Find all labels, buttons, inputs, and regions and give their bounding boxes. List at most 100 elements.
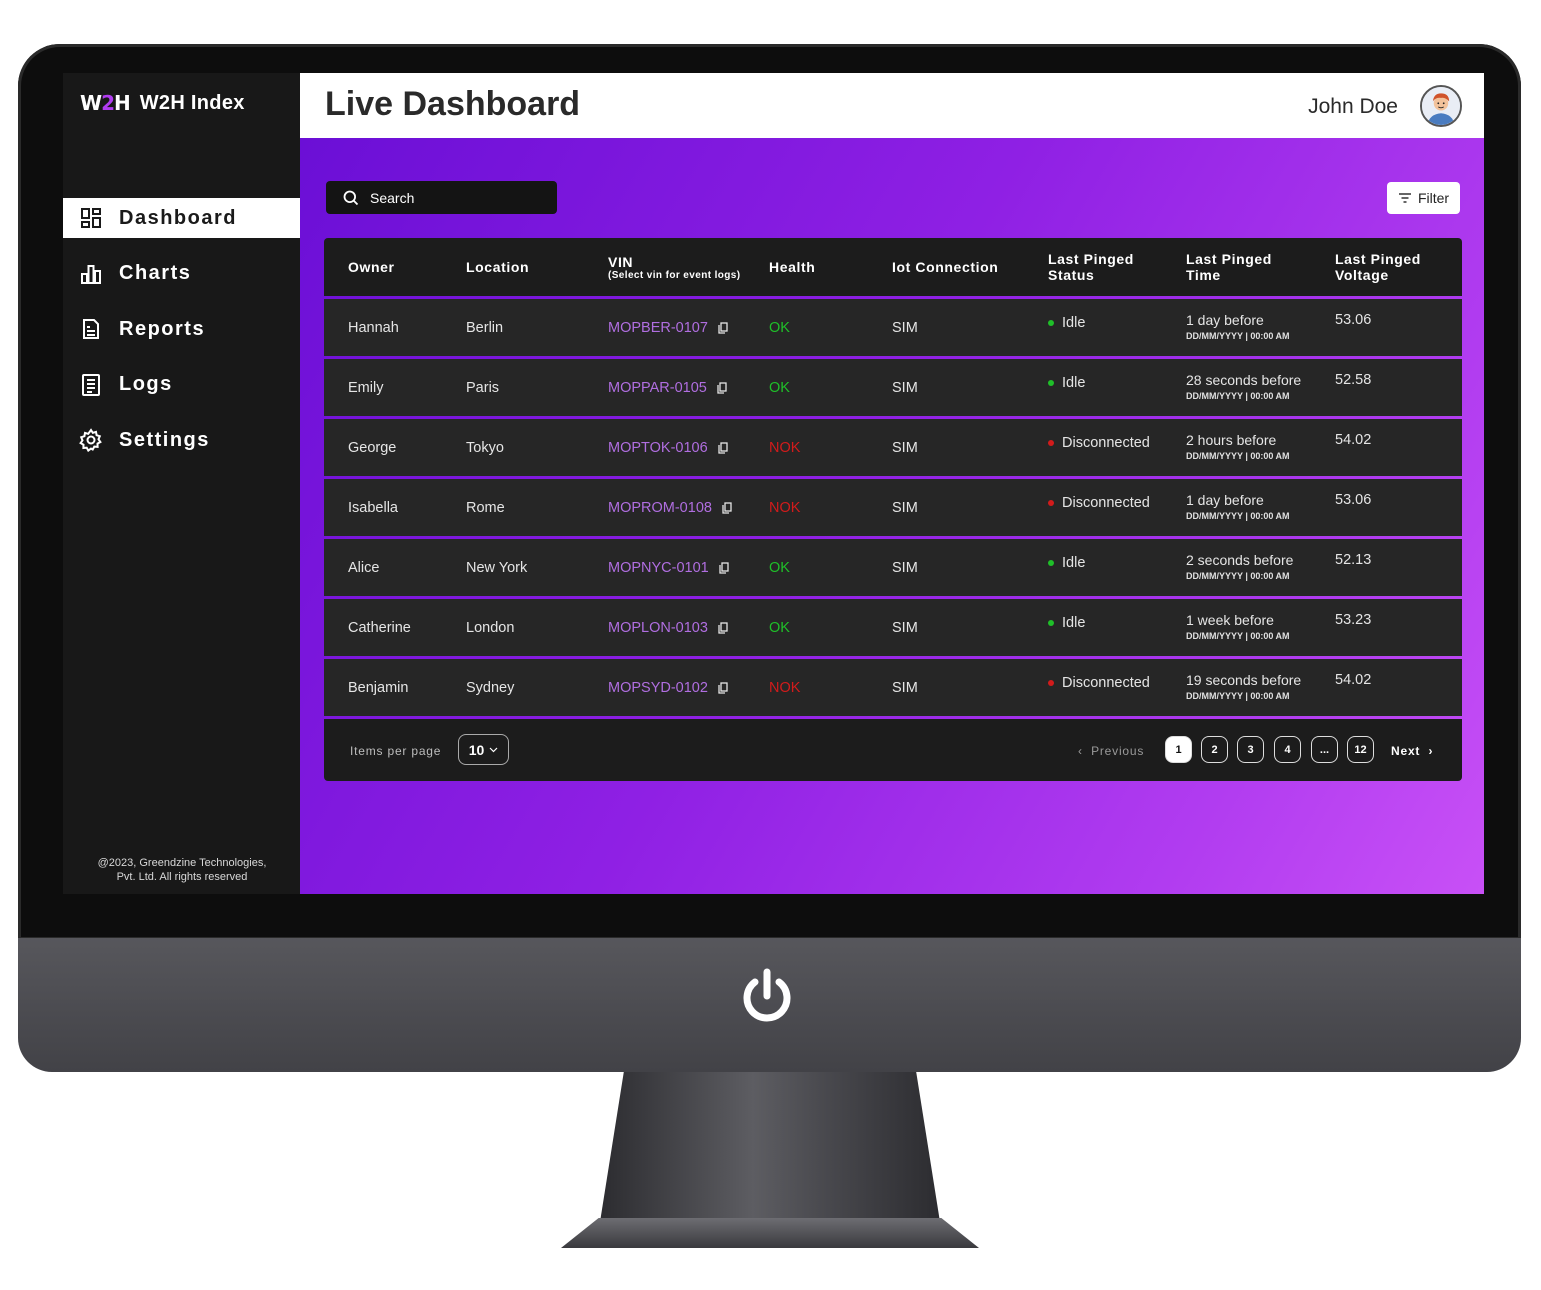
bar-chart-icon — [81, 264, 101, 284]
cell-health: NOK — [769, 499, 801, 516]
cell-time: 1 day before DD/MM/YYYY | 00:00 AM — [1186, 312, 1290, 341]
cell-status: Idle — [1048, 555, 1186, 571]
sidebar-item-logs[interactable]: Logs — [63, 365, 301, 405]
copy-icon[interactable] — [717, 381, 727, 394]
cell-iot: SIM — [892, 679, 918, 696]
sidebar-item-label: Logs — [119, 373, 173, 395]
cell-time: 19 seconds before DD/MM/YYYY | 00:00 AM — [1186, 672, 1302, 701]
copy-icon[interactable] — [718, 681, 728, 694]
main-content: Search Filter Owner Location VIN (Select… — [300, 138, 1484, 894]
cell-health: OK — [769, 379, 790, 396]
cell-status: Idle — [1048, 375, 1186, 391]
col-status[interactable]: Last Pinged Status — [1048, 251, 1186, 283]
top-bar: Live Dashboard John Doe — [300, 73, 1484, 138]
items-per-page-select[interactable]: 10 — [458, 734, 509, 765]
col-iot[interactable]: Iot Connection — [892, 259, 1048, 275]
page-button-4[interactable]: 4 — [1274, 736, 1301, 763]
col-health[interactable]: Health — [769, 259, 892, 275]
user-name[interactable]: John Doe — [1308, 95, 1398, 119]
cell-owner: Alice — [348, 559, 380, 576]
cell-status: Disconnected — [1048, 675, 1186, 691]
vin-link[interactable]: MOPROM-0108 — [608, 500, 732, 516]
col-vin-hint: (Select vin for event logs) — [608, 269, 741, 281]
cell-location: Berlin — [466, 319, 504, 336]
vin-link[interactable]: MOPPAR-0105 — [608, 380, 727, 396]
page-button-1[interactable]: 1 — [1165, 736, 1192, 763]
vin-link[interactable]: MOPBER-0107 — [608, 320, 728, 336]
copy-icon[interactable] — [719, 561, 729, 574]
previous-button[interactable]: ‹ Previous — [1078, 744, 1144, 758]
col-time[interactable]: Last Pinged Time — [1186, 251, 1335, 283]
status-dot — [1048, 320, 1054, 326]
vehicle-table: Owner Location VIN (Select vin for event… — [324, 238, 1462, 781]
sidebar-item-label: Charts — [119, 262, 192, 284]
table-row[interactable]: George Tokyo MOPTOK-0106 NOK SIM Disconnected… — [324, 419, 1462, 476]
copy-icon[interactable] — [718, 441, 728, 454]
brand[interactable]: W2H W2H Index — [80, 91, 245, 115]
page-button-12[interactable]: 12 — [1347, 736, 1374, 763]
monitor-stand-neck — [600, 1072, 940, 1222]
search-input[interactable]: Search — [326, 181, 557, 214]
sidebar-item-reports[interactable]: Reports — [63, 309, 301, 349]
cell-health: NOK — [769, 679, 801, 696]
table-row[interactable]: Alice New York MOPNYC-0101 OK SIM Idle 2 secon… — [324, 539, 1462, 596]
status-dot — [1048, 440, 1054, 446]
filter-label: Filter — [1417, 190, 1450, 206]
vin-link[interactable]: MOPSYD-0102 — [608, 680, 728, 696]
copy-icon[interactable] — [718, 321, 728, 334]
avatar[interactable] — [1420, 85, 1462, 127]
cell-iot: SIM — [892, 439, 918, 456]
cell-location: London — [466, 619, 515, 636]
search-icon — [343, 190, 359, 205]
cell-location: Rome — [466, 499, 505, 516]
page-button-2[interactable]: 2 — [1201, 736, 1228, 763]
chevron-left-icon: ‹ — [1078, 744, 1087, 758]
cell-time: 2 hours before DD/MM/YYYY | 00:00 AM — [1186, 432, 1290, 461]
table-row[interactable]: Catherine London MOPLON-0103 OK SIM Idle 1 wee… — [324, 599, 1462, 656]
pagination: Items per page 10 ‹ Previous 1 2 3 4 ...… — [324, 719, 1462, 781]
brand-name: W2H Index — [139, 91, 245, 114]
col-vin[interactable]: VIN (Select vin for event logs) — [608, 254, 769, 281]
page-button-3[interactable]: 3 — [1237, 736, 1264, 763]
col-voltage[interactable]: Last Pinged Voltage — [1335, 251, 1462, 283]
copyright: @2023, Greendzine Technologies, Pvt. Ltd… — [97, 857, 267, 883]
cell-vin: MOPSYD-0102 — [608, 680, 769, 696]
copy-icon[interactable] — [718, 621, 728, 634]
next-button[interactable]: Next › — [1391, 744, 1433, 758]
cell-vin: MOPLON-0103 — [608, 620, 769, 636]
vin-link[interactable]: MOPTOK-0106 — [608, 440, 728, 456]
page-ellipsis[interactable]: ... — [1311, 736, 1338, 763]
table-row[interactable]: Benjamin Sydney MOPSYD-0102 NOK SIM Disconnec… — [324, 659, 1462, 716]
cell-owner: Catherine — [348, 619, 411, 636]
col-owner[interactable]: Owner — [324, 259, 466, 275]
monitor-stand-foot — [561, 1218, 979, 1248]
screen: W2H W2H Index Dashboard Charts Reports L… — [63, 73, 1484, 894]
sidebar-item-dashboard[interactable]: Dashboard — [63, 198, 301, 238]
copy-icon[interactable] — [722, 501, 732, 514]
table-row[interactable]: Emily Paris MOPPAR-0105 OK SIM Idle 28 seconds… — [324, 359, 1462, 416]
cell-vin: MOPNYC-0101 — [608, 560, 769, 576]
cell-time: 1 day before DD/MM/YYYY | 00:00 AM — [1186, 492, 1290, 521]
sidebar-item-charts[interactable]: Charts — [63, 254, 301, 294]
vin-link[interactable]: MOPLON-0103 — [608, 620, 728, 636]
table-row[interactable]: Hannah Berlin MOPBER-0107 OK SIM Idle 1 day be… — [324, 299, 1462, 356]
cell-time: 28 seconds before DD/MM/YYYY | 00:00 AM — [1186, 372, 1302, 401]
status-dot — [1048, 620, 1054, 626]
sidebar-item-settings[interactable]: Settings — [63, 420, 301, 460]
filter-button[interactable]: Filter — [1387, 182, 1460, 214]
table-row[interactable]: Isabella Rome MOPROM-0108 NOK SIM Disconnecte… — [324, 479, 1462, 536]
cell-owner: Hannah — [348, 319, 399, 336]
cell-owner: Benjamin — [348, 679, 409, 696]
col-location[interactable]: Location — [466, 259, 608, 275]
vin-link[interactable]: MOPNYC-0101 — [608, 560, 729, 576]
gear-icon — [79, 428, 102, 452]
page-title: Live Dashboard — [325, 85, 581, 123]
cell-status: Disconnected — [1048, 495, 1186, 511]
sidebar: W2H W2H Index Dashboard Charts Reports L… — [63, 73, 301, 894]
log-icon — [82, 373, 100, 396]
sidebar-nav: Dashboard Charts Reports Logs Settings — [63, 198, 301, 476]
cell-time: 1 week before DD/MM/YYYY | 00:00 AM — [1186, 612, 1290, 641]
cell-location: New York — [466, 559, 528, 576]
cell-owner: Emily — [348, 379, 384, 396]
chevron-down-icon — [489, 747, 498, 752]
